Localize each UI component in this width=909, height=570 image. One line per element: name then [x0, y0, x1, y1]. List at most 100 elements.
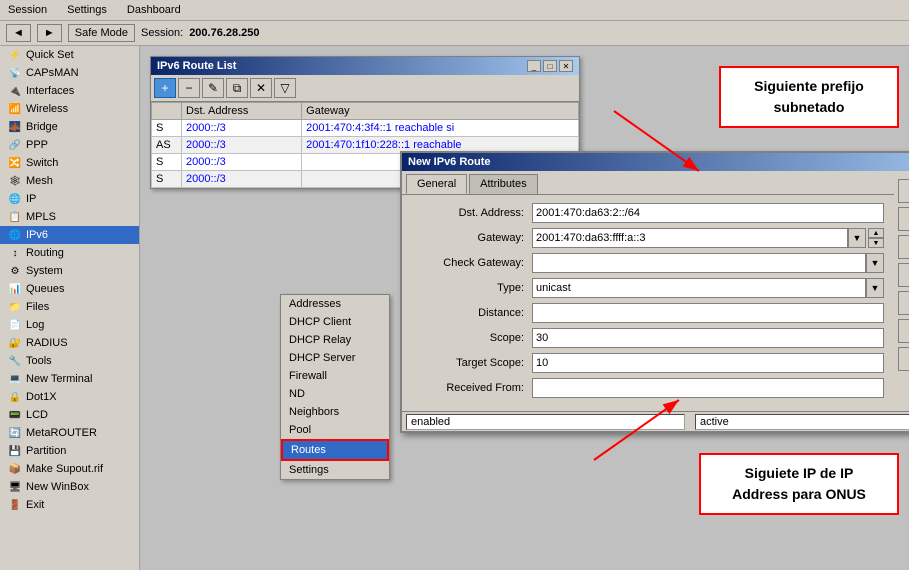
menu-session[interactable]: Session — [4, 2, 51, 18]
sidebar-item-lcd[interactable]: 📟 LCD — [0, 406, 139, 424]
submenu-routes[interactable]: Routes — [281, 439, 389, 461]
sidebar-item-tools[interactable]: 🔧 Tools — [0, 352, 139, 370]
edit-route-button[interactable]: ✎ — [202, 78, 224, 98]
sidebar-item-system[interactable]: ⚙ System — [0, 262, 139, 280]
copy-route-button[interactable]: ⧉ — [226, 78, 248, 98]
sidebar-item-new-terminal[interactable]: 💻 New Terminal — [0, 370, 139, 388]
sidebar-label-make-supout: Make Supout.rif — [26, 463, 103, 475]
sidebar-item-mpls[interactable]: 📋 MPLS — [0, 208, 139, 226]
gateway-down[interactable]: ▼ — [868, 238, 884, 248]
submenu-dhcp-server[interactable]: DHCP Server — [281, 349, 389, 367]
route-list-minimize[interactable]: _ — [527, 60, 541, 72]
ok-button[interactable]: OK — [898, 179, 909, 203]
submenu-dhcp-relay[interactable]: DHCP Relay — [281, 331, 389, 349]
sidebar-item-partition[interactable]: 💾 Partition — [0, 442, 139, 460]
col-dst[interactable]: Dst. Address — [182, 103, 302, 120]
route-list-close[interactable]: ✕ — [559, 60, 573, 72]
sidebar-item-mesh[interactable]: 🕸 Mesh — [0, 172, 139, 190]
tools-icon: 🔧 — [8, 354, 22, 368]
arrow-to-gateway — [584, 390, 704, 470]
sidebar-item-queues[interactable]: 📊 Queues — [0, 280, 139, 298]
row-dst: 2000::/3 — [182, 120, 302, 137]
sidebar-item-new-winbox[interactable]: 🖥 New WinBox — [0, 478, 139, 496]
sidebar-label-lcd: LCD — [26, 409, 48, 421]
tab-attributes[interactable]: Attributes — [469, 174, 537, 194]
comment-button[interactable]: Comment — [898, 291, 909, 315]
submenu-neighbors[interactable]: Neighbors — [281, 403, 389, 421]
back-button[interactable]: ◄ — [6, 24, 31, 42]
sidebar-item-quick-set[interactable]: ⚡ Quick Set — [0, 46, 139, 64]
sidebar-item-exit[interactable]: 🚪 Exit — [0, 496, 139, 514]
sidebar-item-files[interactable]: 📁 Files — [0, 298, 139, 316]
tab-general[interactable]: General — [406, 174, 467, 194]
gateway-dropdown[interactable]: ▼ — [848, 228, 866, 248]
sidebar-item-switch[interactable]: 🔀 Switch — [0, 154, 139, 172]
check-gateway-dropdown[interactable]: ▼ — [866, 253, 884, 273]
col-gateway[interactable]: Gateway — [302, 103, 579, 120]
remove-route-button[interactable]: − — [178, 78, 200, 98]
sidebar-item-wireless[interactable]: 📶 Wireless — [0, 100, 139, 118]
sidebar-item-ppp[interactable]: 🔗 PPP — [0, 136, 139, 154]
annotation-ip-text: Siguiete IP de IPAddress para ONUS — [732, 465, 866, 502]
copy-button[interactable]: Copy — [898, 319, 909, 343]
table-row[interactable]: S 2000::/3 2001:470:4:3f4::1 reachable s… — [152, 120, 579, 137]
remove-button[interactable]: Remove — [898, 347, 909, 371]
scope-input[interactable] — [532, 328, 884, 348]
sidebar-item-capsman[interactable]: 📡 CAPsMAN — [0, 64, 139, 82]
menu-settings[interactable]: Settings — [63, 2, 111, 18]
disable-route-button[interactable]: ✕ — [250, 78, 272, 98]
row-flag: S — [152, 171, 182, 188]
row-dst: 2000::/3 — [182, 154, 302, 171]
dst-address-input[interactable] — [532, 203, 884, 223]
sidebar-item-ip[interactable]: 🌐 IP — [0, 190, 139, 208]
gateway-up[interactable]: ▲ — [868, 228, 884, 238]
filter-route-button[interactable]: ▽ — [274, 78, 296, 98]
queues-icon: 📊 — [8, 282, 22, 296]
submenu-dhcp-client[interactable]: DHCP Client — [281, 313, 389, 331]
mpls-icon: 📋 — [8, 210, 22, 224]
sidebar-item-bridge[interactable]: 🌉 Bridge — [0, 118, 139, 136]
target-scope-input[interactable] — [532, 353, 884, 373]
cancel-button[interactable]: Cancel — [898, 207, 909, 231]
forward-button[interactable]: ► — [37, 24, 62, 42]
submenu-addresses[interactable]: Addresses — [281, 295, 389, 313]
sidebar-item-interfaces[interactable]: 🔌 Interfaces — [0, 82, 139, 100]
menu-dashboard[interactable]: Dashboard — [123, 2, 185, 18]
type-input[interactable] — [532, 278, 866, 298]
route-list-controls: _ □ ✕ — [527, 60, 573, 72]
interfaces-icon: 🔌 — [8, 84, 22, 98]
sidebar-label-ppp: PPP — [26, 139, 48, 151]
type-dropdown[interactable]: ▼ — [866, 278, 884, 298]
distance-input[interactable] — [532, 303, 884, 323]
row-dst: 2000::/3 — [182, 171, 302, 188]
route-list-maximize[interactable]: □ — [543, 60, 557, 72]
sidebar-item-routing[interactable]: ↕ Routing — [0, 244, 139, 262]
sidebar-label-queues: Queues — [26, 283, 65, 295]
safe-mode-button[interactable]: Safe Mode — [68, 24, 135, 42]
sidebar-item-dot1x[interactable]: 🔒 Dot1X — [0, 388, 139, 406]
gateway-input[interactable] — [532, 228, 848, 248]
ppp-icon: 🔗 — [8, 138, 22, 152]
distance-label: Distance: — [412, 307, 532, 319]
sidebar-item-metarouter[interactable]: 🔄 MetaROUTER — [0, 424, 139, 442]
sidebar-label-capsman: CAPsMAN — [26, 67, 79, 79]
sidebar-item-make-supout[interactable]: 📦 Make Supout.rif — [0, 460, 139, 478]
lcd-icon: 📟 — [8, 408, 22, 422]
mesh-icon: 🕸 — [8, 174, 22, 188]
col-flag[interactable] — [152, 103, 182, 120]
bridge-icon: 🌉 — [8, 120, 22, 134]
submenu-pool[interactable]: Pool — [281, 421, 389, 439]
annotation-prefix: Siguiente prefijosubnetado — [719, 66, 899, 128]
sidebar-item-radius[interactable]: 🔐 RADIUS — [0, 334, 139, 352]
submenu-firewall[interactable]: Firewall — [281, 367, 389, 385]
disable-button[interactable]: Disable — [898, 263, 909, 287]
sidebar-item-log[interactable]: 📄 Log — [0, 316, 139, 334]
submenu-settings[interactable]: Settings — [281, 461, 389, 479]
sidebar-label-bridge: Bridge — [26, 121, 58, 133]
apply-button[interactable]: Apply — [898, 235, 909, 259]
form-area: Dst. Address: Gateway: ▼ ▲ — [402, 195, 894, 411]
sidebar-item-ipv6[interactable]: 🌐 IPv6 — [0, 226, 139, 244]
submenu-nd[interactable]: ND — [281, 385, 389, 403]
check-gateway-input[interactable] — [532, 253, 866, 273]
add-route-button[interactable]: + — [154, 78, 176, 98]
